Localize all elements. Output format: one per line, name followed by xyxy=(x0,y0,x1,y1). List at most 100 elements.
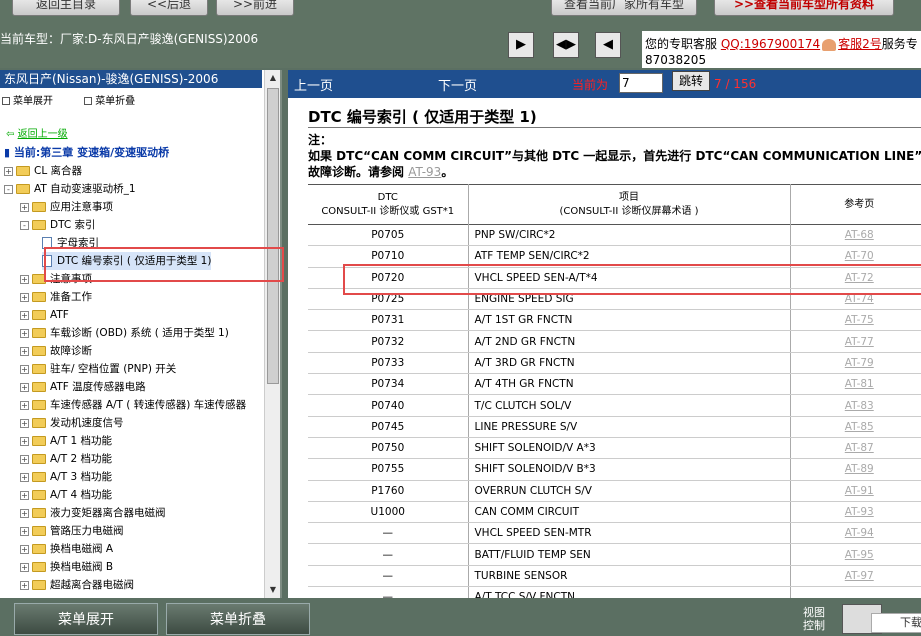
tree-node[interactable]: + A/T 3 档功能 xyxy=(20,468,112,486)
sidebar: 东风日产(Nissan)-骏逸(GENISS)-2006 菜单展开 菜单折叠 ⇦… xyxy=(0,70,282,598)
next-page-link[interactable]: 下一页 xyxy=(438,75,477,94)
back-up-link[interactable]: ⇦ 返回上一级 xyxy=(6,125,68,140)
service-label: 您的专职客服 xyxy=(645,37,718,51)
expand-icon[interactable]: + xyxy=(20,562,29,572)
ref-link[interactable]: AT-89 xyxy=(845,463,874,475)
expand-all-link[interactable]: 菜单展开 xyxy=(2,96,67,107)
tree-node[interactable]: + 管路压力电磁阀 xyxy=(20,522,124,540)
expand-icon[interactable]: + xyxy=(20,328,29,338)
ref-link[interactable]: AT-79 xyxy=(845,357,874,369)
tree-node[interactable]: + 应用注意事项 xyxy=(20,198,113,216)
download-button[interactable]: 下载 xyxy=(871,613,921,633)
sidebar-title: 东风日产(Nissan)-骏逸(GENISS)-2006 xyxy=(0,70,262,88)
tree-node[interactable]: - DTC 索引 xyxy=(20,216,96,234)
folder-icon xyxy=(32,436,46,446)
tree-node[interactable]: + 换档电磁阀 B xyxy=(20,558,113,576)
back-to-main-button[interactable]: 返回主目录 xyxy=(12,0,120,16)
note-ref-link[interactable]: AT-93 xyxy=(408,165,441,179)
ref-cell: AT-89 xyxy=(789,458,921,481)
collapse-all-link[interactable]: 菜单折叠 xyxy=(84,96,149,107)
expand-icon[interactable]: + xyxy=(20,274,29,284)
tree-node[interactable]: + A/T 2 档功能 xyxy=(20,450,112,468)
ref-link[interactable]: AT-77 xyxy=(845,336,874,348)
tree-node[interactable]: + 准备工作 xyxy=(20,288,92,306)
tree-node[interactable]: + 发动机速度信号 xyxy=(20,414,124,432)
ref-link[interactable]: AT-70 xyxy=(845,250,874,262)
expand-icon[interactable]: + xyxy=(20,364,29,374)
chapter-tree: + CL 离合器 - AT 自动变速驱动桥_1 + 应用注意事项 - DTC 索引 字母索引 DT… xyxy=(0,162,262,598)
ref-link[interactable]: AT-75 xyxy=(845,314,874,326)
table-row: U1000 CAN COMM CIRCUIT AT-93 xyxy=(308,501,921,524)
expand-icon[interactable]: + xyxy=(20,418,29,428)
expand-icon[interactable]: + xyxy=(20,436,29,446)
panel-right-icon[interactable]: ▶ xyxy=(508,32,534,58)
expand-icon[interactable]: + xyxy=(4,166,13,176)
expand-icon[interactable]: + xyxy=(20,400,29,410)
expand-icon[interactable]: + xyxy=(20,526,29,536)
note-line-2: 故障诊断。请参阅 AT-93。 xyxy=(308,164,921,180)
jump-button[interactable]: 跳转 xyxy=(672,71,710,91)
ref-link[interactable]: AT-97 xyxy=(845,570,874,582)
ref-cell: AT-94 xyxy=(789,522,921,545)
expand-icon[interactable]: + xyxy=(20,202,29,212)
ref-link[interactable]: AT-87 xyxy=(845,442,874,454)
table-row: P0733 A/T 3RD GR FNCTN AT-79 xyxy=(308,352,921,375)
tree-node[interactable]: + 车速传感器 A/T ( 转速传感器) 车速传感器 xyxy=(20,396,246,414)
sidebar-scrollbar[interactable]: ▲ ▼ xyxy=(264,70,280,598)
collapse-icon[interactable]: - xyxy=(20,220,29,230)
collapse-icon[interactable]: - xyxy=(4,184,13,194)
tree-node[interactable]: + ATF 温度传感器电路 xyxy=(20,378,146,396)
scroll-up-icon[interactable]: ▲ xyxy=(265,70,281,86)
forward-button[interactable]: >>前进 xyxy=(216,0,294,16)
scroll-thumb[interactable] xyxy=(267,88,279,384)
tree-node[interactable]: + ATF xyxy=(20,306,69,324)
ref-link[interactable]: AT-93 xyxy=(845,506,874,518)
ref-link[interactable]: AT-68 xyxy=(845,229,874,241)
ref-link[interactable]: AT-95 xyxy=(845,549,874,561)
back-button[interactable]: <<后退 xyxy=(130,0,208,16)
expand-icon[interactable]: + xyxy=(20,382,29,392)
tree-node[interactable]: + A/T 4 档功能 xyxy=(20,486,112,504)
folder-icon xyxy=(32,490,46,500)
ref-column-header: 参考页 xyxy=(789,184,921,225)
collapse-menu-button[interactable]: 菜单折叠 xyxy=(166,603,310,635)
tree-node[interactable]: - AT 自动变速驱动桥_1 xyxy=(4,180,136,198)
expand-icon[interactable]: + xyxy=(20,508,29,518)
tree-node[interactable]: + 超越离合器电磁阀 xyxy=(20,576,134,594)
ref-link[interactable]: AT-83 xyxy=(845,400,874,412)
expand-icon[interactable]: + xyxy=(20,310,29,320)
checkbox-icon xyxy=(2,97,10,105)
scroll-down-icon[interactable]: ▼ xyxy=(265,582,281,598)
ref-link[interactable]: AT-81 xyxy=(845,378,874,390)
expand-icon[interactable]: + xyxy=(20,292,29,302)
tree-node[interactable]: + 驻车/ 空档位置 (PNP) 开关 xyxy=(20,360,176,378)
view-all-models-button[interactable]: 查看当前厂家所有车型 xyxy=(551,0,697,16)
page-input[interactable] xyxy=(619,73,663,93)
dtc-code-cell: — xyxy=(308,522,468,545)
panel-split-icon[interactable]: ◀▶ xyxy=(553,32,579,58)
tree-node[interactable]: + 故障诊断 xyxy=(20,342,92,360)
expand-icon[interactable]: + xyxy=(20,472,29,482)
tree-node[interactable]: + 车载诊断 (OBD) 系统 ( 适用于类型 1) xyxy=(20,324,229,342)
tree-node[interactable]: + A/T 1 档功能 xyxy=(20,432,112,450)
panel-left-icon[interactable]: ◀ xyxy=(595,32,621,58)
expand-icon[interactable]: + xyxy=(20,544,29,554)
view-all-data-button[interactable]: >>查看当前车型所有资料 xyxy=(714,0,894,16)
service2-link[interactable]: 客服2号 xyxy=(838,37,882,51)
expand-icon[interactable]: + xyxy=(20,490,29,500)
prev-page-link[interactable]: 上一页 xyxy=(294,75,333,94)
expand-icon[interactable]: + xyxy=(20,580,29,590)
tree-node[interactable]: + 换档电磁阀 A xyxy=(20,540,113,558)
sidebar-highlight-box xyxy=(44,247,284,282)
ref-link[interactable]: AT-85 xyxy=(845,421,874,433)
expand-menu-button[interactable]: 菜单展开 xyxy=(14,603,158,635)
item-cell: SHIFT SOLENOID/V A*3 xyxy=(467,437,790,460)
ref-link[interactable]: AT-94 xyxy=(845,527,874,539)
tree-node[interactable]: + 液力变矩器离合器电磁阀 xyxy=(20,504,166,522)
ref-link[interactable]: AT-91 xyxy=(845,485,874,497)
expand-icon[interactable]: + xyxy=(20,346,29,356)
qq-link[interactable]: QQ:1967900174 xyxy=(721,37,820,51)
tree-node[interactable]: + CL 离合器 xyxy=(4,162,82,180)
note-line-2-text: 故障诊断。请参阅 xyxy=(308,165,405,179)
expand-icon[interactable]: + xyxy=(20,454,29,464)
